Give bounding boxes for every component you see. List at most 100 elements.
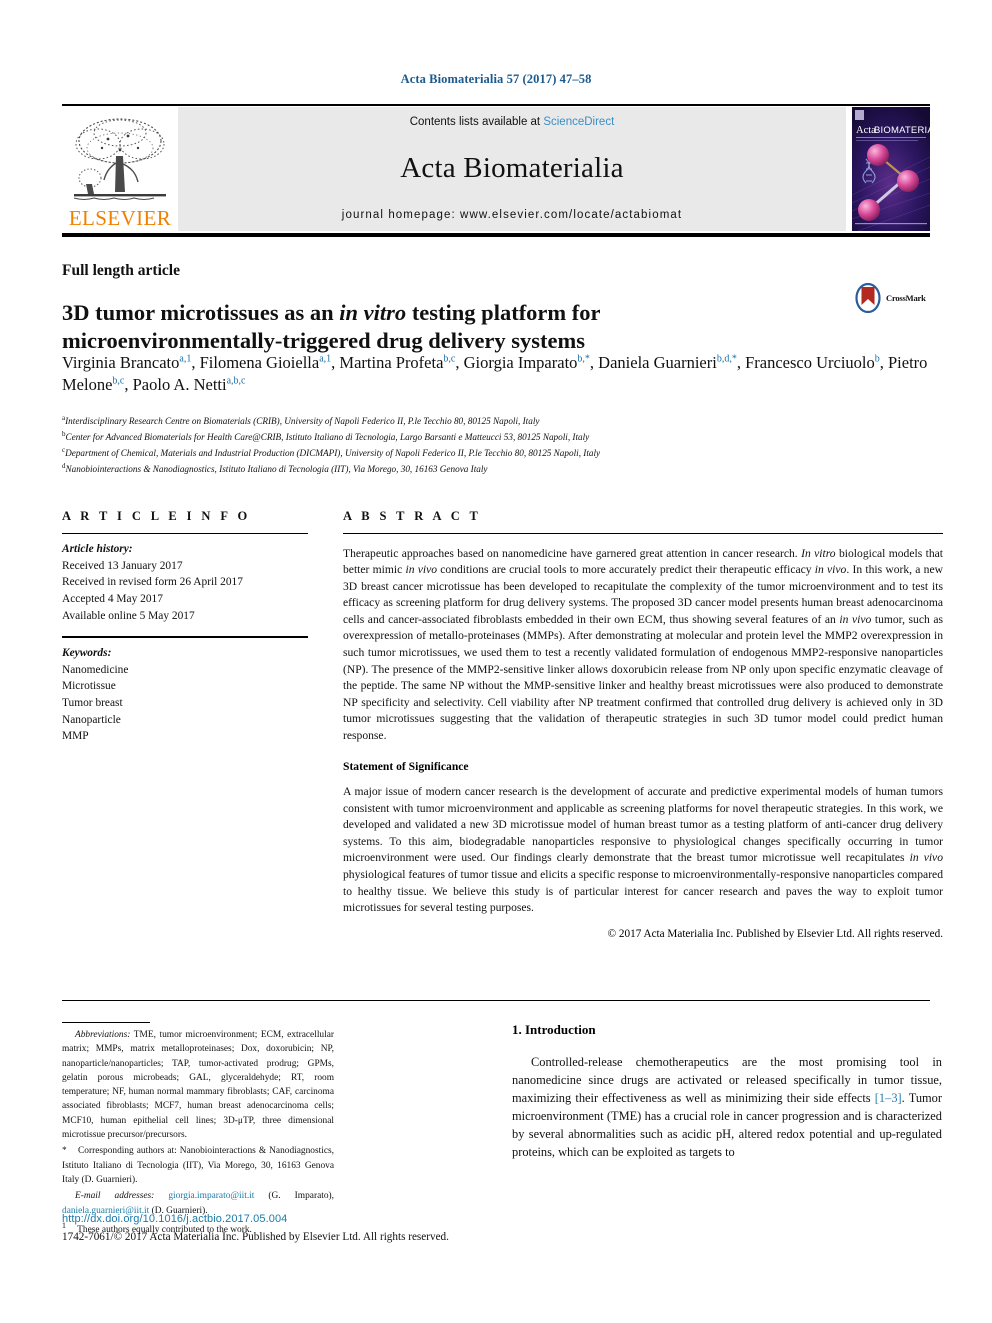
author-name: Virginia Brancato [62, 353, 180, 372]
citation-ref-1-3[interactable]: [1–3] [875, 1091, 902, 1105]
author-sep: , [589, 353, 599, 372]
author-item: Virginia Brancatoa,1 [62, 353, 191, 372]
journal-masthead: ELSEVIER Contents lists available at Sci… [62, 104, 930, 237]
journal-cover-art: Acta BIOMATERIALIA [852, 107, 930, 231]
keyword-item: Microtissue [62, 680, 116, 693]
author-affil-marker[interactable]: a,1 [319, 354, 331, 365]
crossmark-label: CrossMark [886, 293, 926, 303]
statement-of-significance-paragraph: A major issue of modern cancer research … [343, 784, 943, 917]
journal-title: Acta Biomaterialia [400, 152, 624, 184]
keyword-item: MMP [62, 730, 89, 743]
affiliation-item: dNanobiointeractions & Nanodiagnostics, … [62, 461, 942, 477]
history-item: Received in revised form 26 April 2017 [62, 576, 243, 589]
article-info-rule [62, 533, 308, 534]
elsevier-wordmark: ELSEVIER [68, 206, 172, 230]
email-link-imparato[interactable]: giorgia.imparato@iit.it [168, 1191, 254, 1201]
affiliation-text: Nanobiointeractions & Nanodiagnostics, I… [65, 463, 488, 474]
masthead-top-rule [62, 104, 930, 106]
affiliation-text: Interdisciplinary Research Centre on Bio… [65, 416, 540, 427]
article-info-heading: A R T I C L E I N F O [62, 509, 251, 523]
affiliation-item: bCenter for Advanced Biomaterials for He… [62, 429, 942, 445]
title-part-3: microenvironmentally-triggered drug deli… [62, 328, 586, 354]
introduction-column: 1. Introduction Controlled-release chemo… [512, 1022, 942, 1174]
author-affil-marker[interactable]: a,b,c [227, 375, 246, 386]
author-name: Paolo A. Netti [132, 374, 227, 394]
crossmark-icon [855, 283, 881, 313]
abstract-italic: in vivo [839, 612, 872, 626]
abstract-italic: In vitro [801, 546, 836, 560]
email-owner-1: (G. Imparato), [254, 1191, 334, 1202]
article-info-column: A R T I C L E I N F O Article history: R… [62, 509, 308, 745]
abstract-seg: tumor, such as overexpression of metallo… [343, 612, 943, 742]
imprint-line: 1742-7061/© 2017 Acta Materialia Inc. Pu… [62, 1231, 449, 1243]
section-divider-rule [62, 1000, 930, 1001]
abbreviations-text: TME, tumor microenvironment; ECM, extrac… [62, 1030, 334, 1141]
introduction-heading: 1. Introduction [512, 1022, 596, 1037]
author-affil-marker[interactable]: b,c [443, 354, 455, 365]
statement-of-significance-heading: Statement of Significance [343, 759, 469, 773]
doi-link[interactable]: http://dx.doi.org/10.1016/j.actbio.2017.… [62, 1213, 287, 1225]
abstract-italic: in vivo [814, 563, 847, 577]
masthead-body: ELSEVIER Contents lists available at Sci… [62, 107, 930, 231]
author-name: Daniela Guarnieri [598, 353, 717, 372]
article-history-block: Article history: Received 13 January 201… [62, 541, 308, 624]
author-affil-marker[interactable]: b,d,* [717, 354, 737, 365]
author-item: Francesco Urciuolob [745, 353, 880, 372]
article-history-label: Article history: [62, 543, 133, 555]
abbreviations-note: Abbreviations: TME, tumor microenvironme… [62, 1028, 334, 1142]
affiliation-text: Center for Advanced Biomaterials for Hea… [65, 432, 590, 443]
author-name: Giorgia Imparato [463, 353, 578, 372]
author-item: Martina Profetab,c [339, 353, 455, 372]
svg-text:BIOMATERIALIA: BIOMATERIALIA [874, 125, 930, 136]
title-part-2: testing platform for [406, 300, 601, 326]
journal-cover-thumbnail[interactable]: Acta BIOMATERIALIA [852, 107, 930, 231]
keyword-item: Tumor breast [62, 697, 123, 710]
journal-band: Contents lists available at ScienceDirec… [178, 107, 846, 231]
title-part-1: 3D tumor microtissues as an [62, 300, 340, 326]
author-name: Filomena Gioiella [199, 353, 320, 372]
author-sep: , [191, 353, 200, 372]
affiliation-list: aInterdisciplinary Research Centre on Bi… [62, 413, 942, 477]
sos-seg: A major issue of modern cancer research … [343, 785, 943, 865]
abstract-heading: A B S T R A C T [343, 509, 482, 523]
author-item: Filomena Gioiellaa,1 [200, 353, 332, 372]
abstract-seg: Therapeutic approaches based on nanomedi… [343, 546, 802, 560]
sos-italic: in vivo [909, 851, 944, 865]
keyword-item: Nanomedicine [62, 663, 129, 676]
history-item: Available online 5 May 2017 [62, 609, 195, 622]
contents-list-line: Contents lists available at ScienceDirec… [410, 116, 615, 128]
affiliation-item: aInterdisciplinary Research Centre on Bi… [62, 413, 942, 429]
author-name: Francesco Urciuolo [745, 353, 875, 372]
author-affil-marker[interactable]: b,* [577, 354, 590, 365]
keywords-block: Keywords: Nanomedicine Microtissue Tumor… [62, 645, 308, 745]
crossmark-badge[interactable]: CrossMark [853, 281, 949, 315]
journal-homepage-link[interactable]: journal homepage: www.elsevier.com/locat… [342, 209, 682, 221]
author-sep: , [736, 353, 746, 372]
author-sep: , [455, 353, 464, 372]
keyword-item: Nanoparticle [62, 713, 121, 726]
introduction-paragraph: Controlled-release chemotherapeutics are… [512, 1054, 942, 1162]
footnotes-column: Abbreviations: TME, tumor microenvironme… [62, 1022, 334, 1239]
history-item: Received 13 January 2017 [62, 559, 183, 572]
title-italic-invitro: in vitro [339, 300, 407, 326]
corresponding-text: Corresponding authors at: Nanobiointerac… [62, 1146, 334, 1185]
author-affil-marker[interactable]: a,1 [179, 354, 191, 365]
keywords-label: Keywords: [62, 647, 112, 660]
history-item: Accepted 4 May 2017 [62, 592, 163, 605]
running-head: Acta Biomaterialia 57 (2017) 47–58 [400, 72, 592, 86]
sciencedirect-link[interactable]: ScienceDirect [543, 116, 614, 128]
page-title: 3D tumor microtissues as an in vitro tes… [62, 299, 752, 356]
corresponding-author-note: * Corresponding authors at: Nanobiointer… [62, 1144, 334, 1187]
contents-prefix: Contents lists available at [409, 116, 544, 128]
keywords-rule [62, 636, 308, 639]
journal-article-page: Acta Biomaterialia 57 (2017) 47–58 ELSEV… [0, 0, 992, 1323]
abstract-column: A B S T R A C T Therapeutic approaches b… [343, 509, 943, 940]
author-list: Virginia Brancatoa,1, Filomena Gioiellaa… [62, 352, 942, 396]
author-item: Giorgia Imparatob,* [464, 353, 590, 372]
author-item: Paolo A. Nettia,b,c [133, 375, 246, 394]
corresponding-marker: * [62, 1146, 67, 1157]
abbreviations-label: Abbreviations: [75, 1030, 131, 1040]
author-affil-marker[interactable]: b,c [112, 375, 124, 386]
abstract-seg: conditions are crucial tools to more acc… [437, 563, 815, 577]
elsevier-tree-icon [73, 118, 166, 200]
